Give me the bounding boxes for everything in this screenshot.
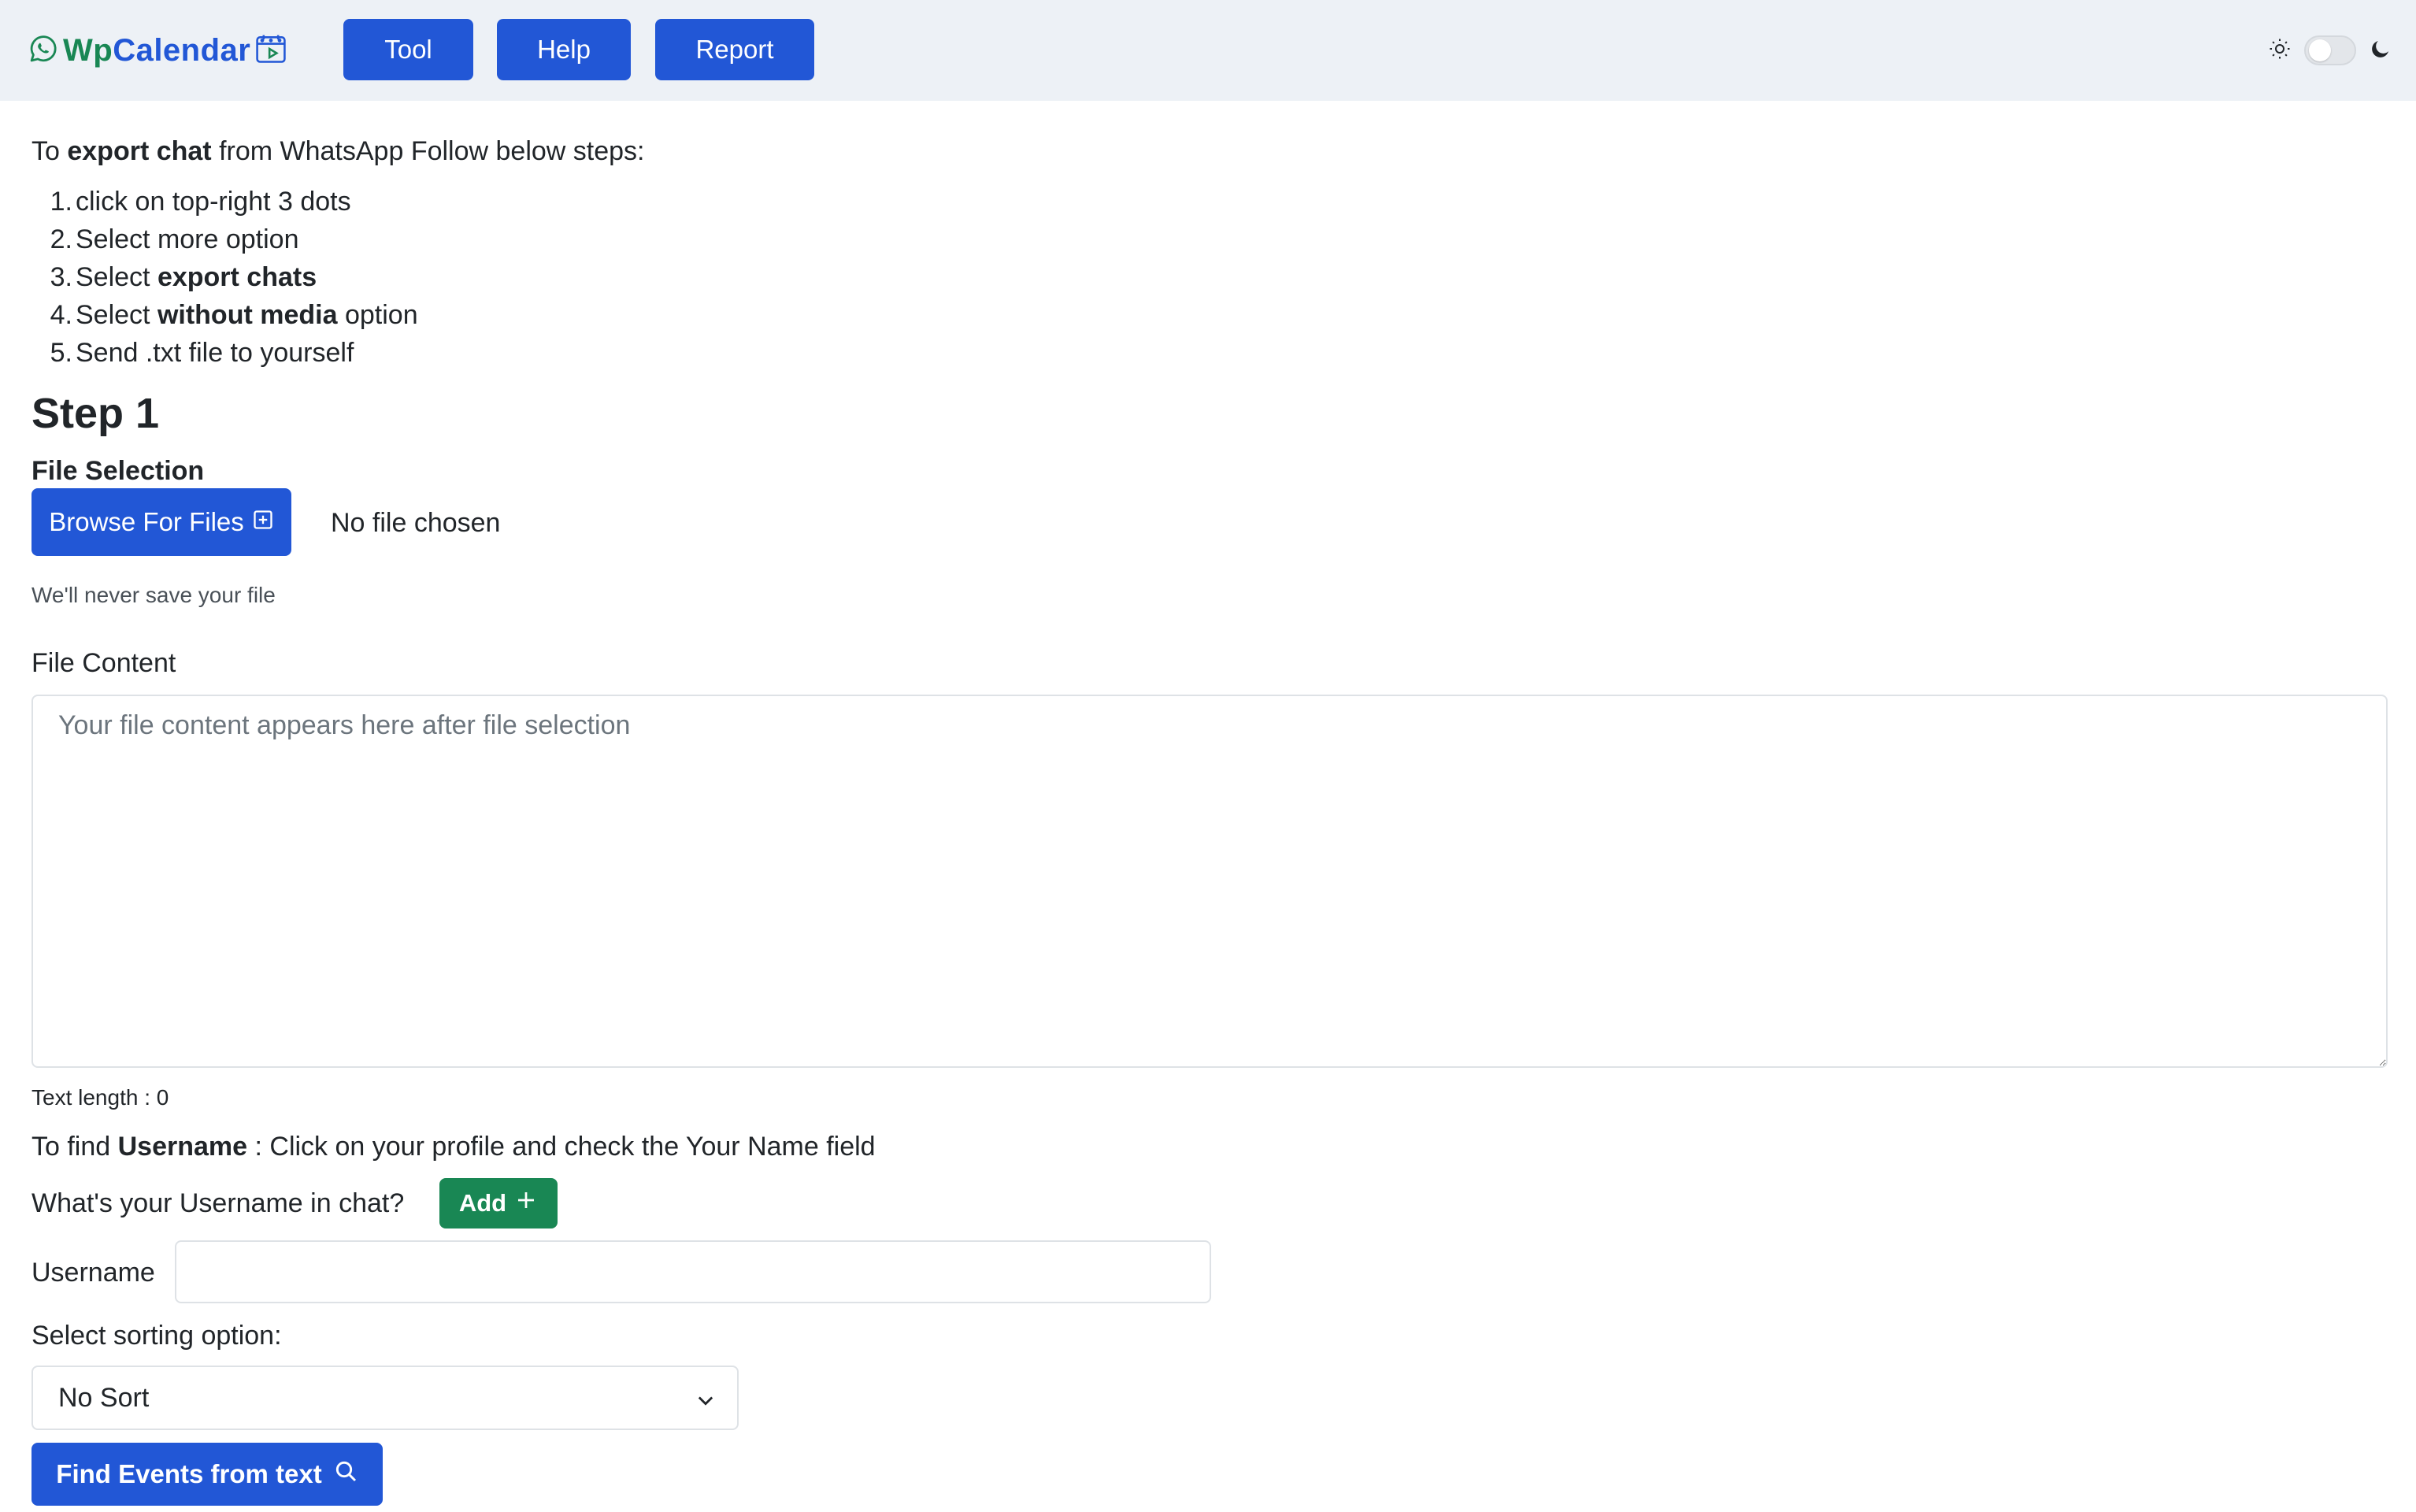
sorting-select[interactable]: No Sort (31, 1366, 739, 1430)
add-label: Add (458, 1189, 507, 1217)
moon-icon (2369, 37, 2392, 65)
search-icon (333, 1458, 358, 1490)
theme-toggle-switch[interactable] (2304, 35, 2356, 65)
list-item: 1. click on top-right 3 dots (50, 187, 351, 217)
whatsapp-icon (27, 32, 60, 69)
navbar: WpCalendar Tool Help Report (0, 0, 2416, 101)
export-instructions: To export chat from WhatsApp Follow belo… (31, 136, 645, 166)
find-events-label: Find Events from text (56, 1459, 322, 1488)
plus-icon (514, 1188, 538, 1218)
toggle-knob (2309, 39, 2331, 61)
list-item: 2. Select more option (50, 224, 299, 254)
calendar-icon (254, 32, 288, 70)
list-item: 4. Select without media option (50, 300, 418, 330)
brand-name: WpCalendar (63, 32, 251, 68)
plus-square-icon (252, 507, 274, 537)
nav-tool-button[interactable]: Tool (343, 19, 473, 80)
brand-logo[interactable]: WpCalendar (27, 28, 288, 72)
sun-icon (2268, 37, 2292, 65)
file-status: No file chosen (331, 508, 501, 538)
sorting-selected-value: No Sort (58, 1382, 150, 1413)
file-content-textarea[interactable] (31, 695, 2388, 1068)
nav-help-button[interactable]: Help (497, 19, 631, 80)
text-length: Text length : 0 (31, 1085, 169, 1110)
theme-toggle-group (2268, 33, 2392, 68)
privacy-note: We'll never save your file (31, 583, 276, 607)
list-item: 5. Send .txt file to yourself (50, 338, 354, 368)
username-input[interactable] (175, 1240, 1211, 1303)
username-question: What's your Username in chat? (31, 1188, 405, 1218)
browse-files-button[interactable]: Browse For Files (31, 488, 291, 556)
nav-report-button[interactable]: Report (655, 19, 814, 80)
username-label: Username (31, 1258, 155, 1288)
file-selection-label: File Selection (31, 456, 205, 486)
file-content-label: File Content (31, 648, 176, 678)
username-hint: To find Username : Click on your profile… (31, 1132, 876, 1162)
sorting-label: Select sorting option: (31, 1321, 282, 1351)
chevron-down-icon (695, 1388, 717, 1418)
steps-list: 1. click on top-right 3 dots 2. Select mor… (50, 183, 418, 372)
list-item: 3. Select export chats (50, 262, 317, 292)
add-username-button[interactable]: Add (439, 1178, 558, 1228)
step-heading: Step 1 (31, 390, 160, 437)
browse-files-label: Browse For Files (49, 507, 244, 536)
find-events-button[interactable]: Find Events from text (31, 1443, 383, 1506)
